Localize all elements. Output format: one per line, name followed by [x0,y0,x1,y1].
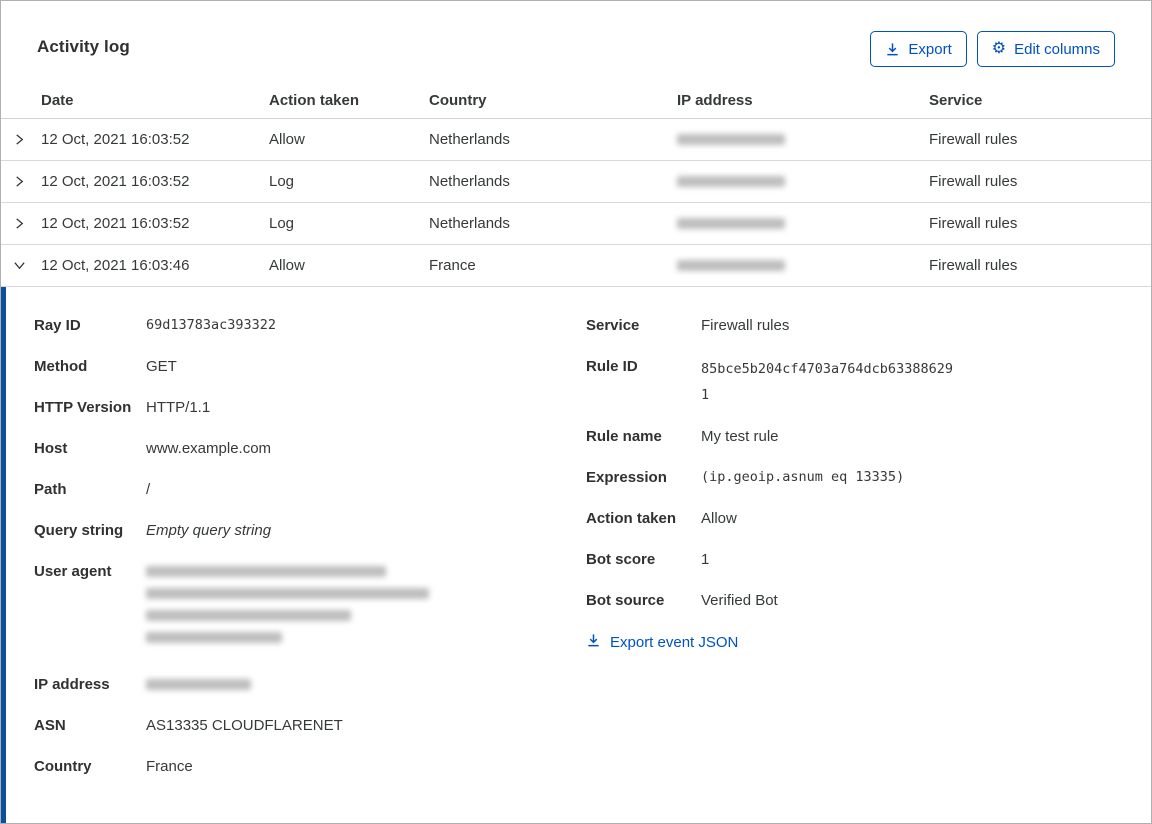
detail-field-bot-source: Bot source Verified Bot [586,592,778,609]
bot-source-value: Verified Bot [701,592,778,609]
export-event-json-link[interactable]: Export event JSON [586,633,1151,652]
redacted-ip [677,218,785,229]
cell-ip-redacted [673,176,925,187]
page-title: Activity log [37,37,130,56]
service-value: Firewall rules [701,317,790,334]
host-value: www.example.com [146,440,272,457]
http-version-value: HTTP/1.1 [146,399,211,416]
action-taken-value: Allow [701,510,737,527]
activity-log-panel: Activity log Export ⚙︎ Edit columns Date… [0,0,1152,824]
column-header-country: Country [429,92,487,109]
column-header-service: Service [929,92,983,109]
cell-service: Firewall rules [929,257,1018,274]
redacted-ip [677,176,785,187]
redacted-ip [677,134,785,145]
cell-action-taken: Log [269,173,295,190]
chevron-right-icon [15,134,23,145]
detail-field-expression: Expression (ip.geoip.asnum eq 13335) [586,469,905,486]
event-detail-panel: Ray ID 69d13783ac393322 Method GET HTTP … [1,287,1151,823]
export-event-json-label: Export event JSON [610,634,739,651]
detail-field-rule-id: Rule ID 85bce5b204cf4703a764dcb633886291 [586,356,1151,406]
chevron-right-icon [15,218,23,229]
table-row: 12 Oct, 2021 16:03:52 Allow Netherlands … [1,119,1151,161]
method-value: GET [146,358,177,375]
detail-left-column: Ray ID 69d13783ac393322 Method GET HTTP … [34,315,586,823]
country-value: France [146,758,193,775]
detail-field-path: Path / [34,481,151,498]
detail-field-rule-name: Rule name My test rule [586,428,779,445]
cell-date: 12 Oct, 2021 16:03:46 [41,257,190,274]
detail-field-action-taken: Action taken Allow [586,510,737,527]
redacted-ip [677,260,785,271]
detail-field-user-agent: User agent [34,561,586,654]
table-row-expanded: 12 Oct, 2021 16:03:46 Allow France Firew… [1,245,1151,287]
detail-field-method: Method GET [34,358,177,375]
collapse-row-button[interactable] [1,245,37,286]
cell-date: 12 Oct, 2021 16:03:52 [41,215,190,232]
table-row: 12 Oct, 2021 16:03:52 Log Netherlands Fi… [1,203,1151,245]
column-header-ip-address: IP address [677,92,753,109]
table-header-row: Date Action taken Country IP address Ser… [1,67,1151,119]
cell-date: 12 Oct, 2021 16:03:52 [41,173,190,190]
cell-service: Firewall rules [929,131,1018,148]
cell-ip-redacted [673,134,925,145]
edit-columns-button-label: Edit columns [1014,40,1100,58]
chevron-right-icon [15,176,23,187]
cell-ip-redacted [673,218,925,229]
rule-name-value: My test rule [701,428,779,445]
toolbar: Export ⚙︎ Edit columns [870,31,1115,67]
export-button-label: Export [908,40,952,58]
cell-service: Firewall rules [929,173,1018,190]
expand-row-button[interactable] [1,119,37,160]
bot-score-value: 1 [701,551,710,568]
expand-row-button[interactable] [1,203,37,244]
cell-date: 12 Oct, 2021 16:03:52 [41,131,190,148]
cell-ip-redacted [673,260,925,271]
detail-field-query-string: Query string Empty query string [34,522,272,539]
cell-action-taken: Allow [269,131,305,148]
expand-row-button[interactable] [1,161,37,202]
ray-id-value: 69d13783ac393322 [146,317,277,333]
redacted-user-agent [146,561,429,654]
gear-icon: ⚙︎ [991,40,1007,57]
detail-field-service: Service Firewall rules [586,317,790,334]
detail-field-ip-address: IP address [34,674,586,695]
redacted-ip [146,674,251,695]
detail-field-asn: ASN AS13335 CLOUDFLARENET [34,717,343,734]
cell-action-taken: Allow [269,257,305,274]
detail-field-bot-score: Bot score 1 [586,551,710,568]
export-button[interactable]: Export [870,31,967,67]
detail-right-column: Service Firewall rules Rule ID 85bce5b20… [586,315,1151,823]
detail-field-country: Country France [34,758,193,775]
cell-country: Netherlands [429,131,510,148]
download-icon [885,42,900,57]
panel-header: Activity log Export ⚙︎ Edit columns [1,1,1151,67]
rule-id-value: 85bce5b204cf4703a764dcb633886291 [701,361,953,403]
column-header-date: Date [41,92,74,109]
chevron-down-icon [13,262,25,270]
cell-action-taken: Log [269,215,295,232]
cell-country: France [429,257,476,274]
detail-field-http-version: HTTP Version HTTP/1.1 [34,399,211,416]
download-icon [586,633,601,652]
path-value: / [146,481,151,498]
column-header-action-taken: Action taken [269,92,360,109]
cell-country: Netherlands [429,173,510,190]
detail-field-host: Host www.example.com [34,440,272,457]
table-row: 12 Oct, 2021 16:03:52 Log Netherlands Fi… [1,161,1151,203]
detail-field-ray-id: Ray ID 69d13783ac393322 [34,317,277,334]
asn-value: AS13335 CLOUDFLARENET [146,717,343,734]
query-string-value: Empty query string [146,522,272,539]
edit-columns-button[interactable]: ⚙︎ Edit columns [976,31,1115,67]
cell-country: Netherlands [429,215,510,232]
expression-value: (ip.geoip.asnum eq 13335) [701,469,905,485]
cell-service: Firewall rules [929,215,1018,232]
